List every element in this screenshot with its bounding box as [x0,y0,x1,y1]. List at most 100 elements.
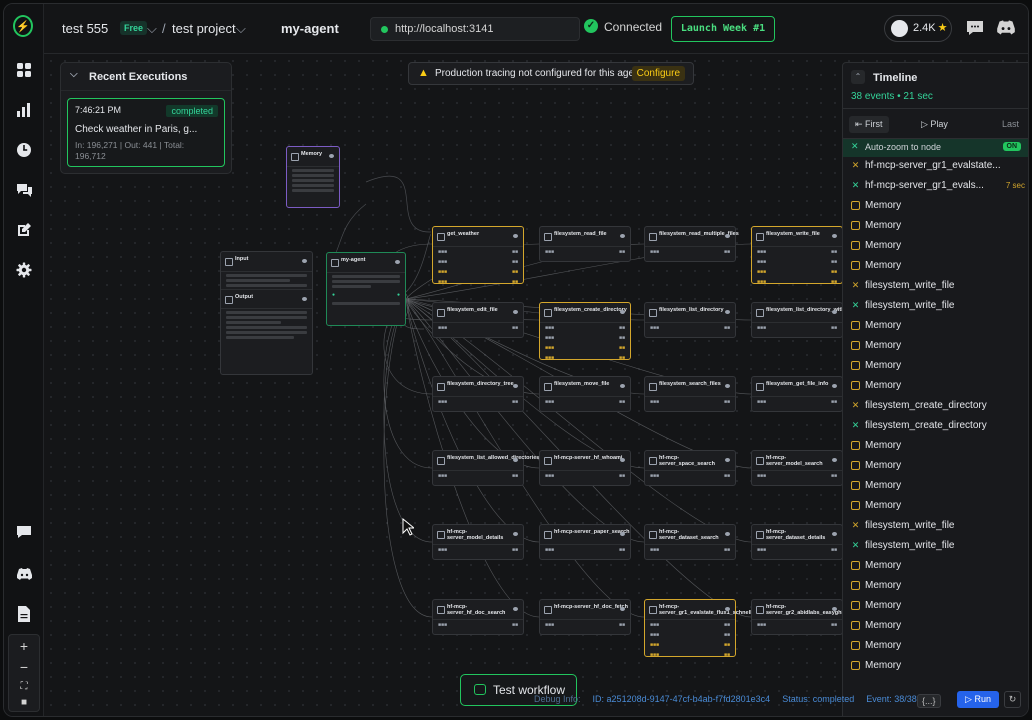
timeline-event[interactable]: Memory [843,336,1028,356]
autozoom-toggle[interactable]: ON [1002,142,1021,151]
tool-node[interactable]: filesystem_edit_file ■■■ ■■ [432,302,524,338]
timeline-event[interactable]: Memory [843,256,1028,276]
chat-bubble-icon[interactable] [14,522,34,542]
timeline-event[interactable]: Memory [843,436,1028,456]
tool-node[interactable]: hf-mcp-server_model_search ■■■ ■■ [751,450,843,486]
io-node[interactable]: Input Output [220,251,313,375]
workspace-name[interactable]: test 555 [62,21,108,36]
tool-node-row: ■■■ ■■ [650,652,730,658]
analytics-bar-chart-icon[interactable] [14,100,34,120]
json-toggle-button[interactable]: {...} [917,694,941,708]
timeline-event[interactable]: ✕ filesystem_write_file [843,536,1028,556]
run-button[interactable]: ▷ Run [957,691,999,708]
timeline-event[interactable]: Memory [843,556,1028,576]
tool-node[interactable]: filesystem_read_multiple_files ■■■ ■■ [644,226,739,262]
workflow-canvas[interactable]: ▲ Production tracing not configured for … [44,54,1028,716]
collapse-chevron-icon[interactable]: ⌵ [70,69,78,80]
timeline-event[interactable]: Memory [843,196,1028,216]
tool-node[interactable]: hf-mcp-server_hf_doc_search ■■■ ■■ [432,599,524,635]
timeline-event[interactable]: Memory [843,316,1028,336]
discord-top-icon[interactable] [996,20,1016,36]
breadcrumb-separator: / [162,21,166,36]
timeline-event[interactable]: Memory [843,356,1028,376]
tool-node[interactable]: filesystem_create_directory ■■■ ■■ ■■■ ■■ ■■■… [539,302,631,361]
timeline-event[interactable]: Memory [843,456,1028,476]
voltagent-logo-icon[interactable]: ⚡ [13,15,33,37]
tool-node[interactable]: filesystem_get_file_info ■■■ ■■ [751,376,843,412]
tool-node-row: ■■■ ■■ [545,547,625,553]
history-clock-icon[interactable] [14,140,34,160]
sidebar: ⚡ [4,4,44,716]
tool-node[interactable]: filesystem_read_file ■■■ ■■ [539,226,631,262]
recent-executions-header[interactable]: ⌵ Recent Executions [61,63,231,91]
timeline-event[interactable]: Memory [843,216,1028,236]
refresh-icon[interactable]: ↻ [1004,691,1021,708]
tool-node[interactable]: hf-mcp-server_gr2_abidlabs_easyghibli ■■■… [751,599,849,635]
timeline-event[interactable]: Memory [843,636,1028,656]
timeline-event[interactable]: Memory [843,616,1028,636]
tool-node[interactable]: filesystem_list_allowed_directories ■■■ ■■ [432,450,539,486]
zoom-out-icon[interactable]: − [20,659,28,675]
tool-node[interactable]: hf-mcp-server_model_details ■■■ ■■ [432,524,524,560]
fit-view-icon[interactable]: ⛶ [21,681,28,692]
agent-node[interactable]: my-agent ● ● [326,252,406,326]
workspace-chevron-icon[interactable]: ⌵ [147,21,157,37]
project-name[interactable]: test project [172,21,236,36]
tool-node[interactable]: filesystem_write_file ■■■ ■■ ■■■ ■■ ■■■ ■■ ■■■ ■… [751,226,843,285]
tool-node[interactable]: filesystem_directory_tree ■■■ ■■ [432,376,524,412]
timeline-event[interactable]: Memory [843,496,1028,516]
tool-node-title: filesystem_read_multiple_files [645,227,739,247]
tool-node[interactable]: hf-mcp-server_dataset_search ■■■ ■■ [644,524,736,560]
timeline-event[interactable]: ✕ hf-mcp-server_gr1_evals... 7 sec [843,176,1028,196]
memory-node[interactable]: Memory [286,146,340,208]
launch-week-button[interactable]: Launch Week #1 [671,16,775,42]
timeline-event[interactable]: ✕ hf-mcp-server_gr1_evalstate... [843,156,1028,176]
tool-node[interactable]: hf-mcp-server_dataset_details ■■■ ■■ [751,524,843,560]
timeline-event[interactable]: Memory [843,236,1028,256]
prompt-editor-icon[interactable] [14,220,34,240]
configure-button[interactable]: Configure [631,66,685,81]
lock-icon[interactable]: ■ [21,697,27,708]
chat-icon[interactable] [966,20,984,36]
tool-node[interactable]: filesystem_move_file ■■■ ■■ [539,376,631,412]
timeline-event[interactable]: ✕ filesystem_create_directory [843,396,1028,416]
timeline-event[interactable]: ✕ filesystem_write_file [843,276,1028,296]
discord-icon[interactable] [14,564,34,584]
tool-node[interactable]: get_weather ■■■ ■■ ■■■ ■■ ■■■ ■■ ■■■ ■■ [432,226,524,285]
execution-card[interactable]: 7:46:21 PM completed Check weather in Pa… [67,98,225,167]
conversations-icon[interactable] [14,180,34,200]
timeline-event[interactable]: Memory [843,376,1028,396]
tool-node[interactable]: hf-mcp-server_paper_search ■■■ ■■ [539,524,631,560]
settings-gear-icon[interactable] [14,260,34,280]
server-url-field[interactable]: http://localhost:3141 [370,17,580,41]
tool-node-title: filesystem_edit_file [433,303,523,323]
zoom-in-icon[interactable]: + [20,638,28,654]
autozoom-toggle-row[interactable]: ✕ Auto-zoom to node ON [843,139,1028,157]
timeline-last-button[interactable]: Last [996,116,1025,133]
timeline-event[interactable]: ✕ filesystem_write_file [843,516,1028,536]
timeline-event[interactable]: Memory [843,656,1028,676]
timeline-event[interactable]: ✕ filesystem_create_directory [843,416,1028,436]
tool-node[interactable]: hf-mcp-server_hf_whoami ■■■ ■■ [539,450,631,486]
timeline-collapse-icon[interactable]: ⌃ [851,70,865,84]
timeline-event[interactable]: ✕ filesystem_write_file [843,296,1028,316]
timeline-event[interactable]: Memory [843,596,1028,616]
tool-node[interactable]: filesystem_list_directory_with_sizes ■■■ ■… [751,302,861,338]
tool-node[interactable]: filesystem_search_files ■■■ ■■ [644,376,736,412]
timeline-event[interactable]: Memory [843,576,1028,596]
tool-node[interactable]: hf-mcp-server_gr1_evalstate_flux1_schnel… [644,599,752,658]
dashboard-grid-icon[interactable] [14,60,34,80]
tool-node[interactable]: hf-mcp-server_hf_doc_fetch ■■■ ■■ [539,599,631,635]
timeline-play-button[interactable]: ▷ Play [915,116,954,133]
tool-node[interactable]: filesystem_list_directory ■■■ ■■ [644,302,736,338]
timeline-first-button[interactable]: ⇤ First [849,116,889,133]
timeline-event-label: filesystem_write_file [865,300,955,311]
timeline-event-label: Memory [865,240,902,251]
memory-event-icon [851,561,860,570]
timeline-event[interactable]: Memory [843,476,1028,496]
tool-node[interactable]: hf-mcp-server_space_search ■■■ ■■ [644,450,736,486]
github-stars-button[interactable]: 2.4K ★ [884,15,952,42]
project-chevron-icon[interactable]: ⌵ [236,21,246,37]
docs-file-icon[interactable] [14,604,34,624]
chat-icon [474,684,486,695]
